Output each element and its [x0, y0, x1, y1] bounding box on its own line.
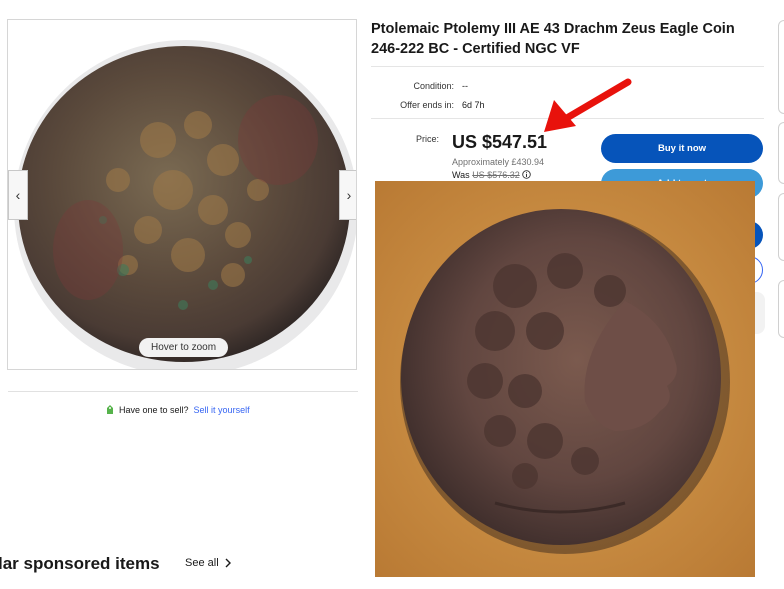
- sell-prompt: Have one to sell? Sell it yourself: [106, 404, 250, 415]
- info-icon[interactable]: [522, 170, 531, 179]
- main-coin-image: [8, 20, 356, 369]
- image-gallery[interactable]: ‹ › Hover to zoom: [7, 19, 357, 370]
- hover-to-zoom-hint: Hover to zoom: [139, 338, 229, 357]
- red-arrow-icon: [544, 78, 632, 132]
- sell-prompt-text: Have one to sell?: [119, 404, 189, 415]
- price-value: US $547.51: [452, 132, 548, 152]
- gallery-prev-button[interactable]: ‹: [8, 170, 28, 220]
- chevron-right-icon: [225, 558, 231, 568]
- was-price: Was US $576.32: [452, 170, 531, 180]
- side-card: [778, 122, 784, 184]
- was-label: Was: [452, 170, 470, 180]
- offer-ends-value: 6d 7h: [462, 100, 485, 110]
- condition-value: --: [462, 81, 468, 91]
- gallery-next-button[interactable]: ›: [339, 170, 356, 220]
- sell-it-yourself-link[interactable]: Sell it yourself: [194, 405, 250, 415]
- approximate-price: Approximately £430.94: [452, 157, 545, 167]
- sponsored-items-heading: lar sponsored items: [0, 554, 160, 573]
- listing-title: Ptolemaic Ptolemy III AE 43 Drachm Zeus …: [371, 21, 735, 57]
- buy-it-now-button[interactable]: Buy it now: [601, 134, 763, 163]
- side-card: [778, 193, 784, 261]
- see-all-label: See all: [185, 557, 219, 569]
- divider: [8, 391, 358, 392]
- price-label: Price:: [416, 134, 440, 144]
- see-all-link[interactable]: See all: [185, 557, 231, 569]
- divider: [371, 66, 764, 67]
- condition-label: Condition:: [413, 81, 454, 91]
- side-card: [778, 20, 784, 114]
- coin-photo-overlay: [375, 181, 755, 577]
- tag-icon: [107, 405, 113, 414]
- side-card: [778, 280, 784, 338]
- offer-ends-label: Offer ends in:: [400, 100, 454, 110]
- chevron-left-icon: ‹: [15, 187, 21, 203]
- was-price-value: US $576.32: [472, 170, 520, 180]
- chevron-right-icon: ›: [346, 187, 352, 203]
